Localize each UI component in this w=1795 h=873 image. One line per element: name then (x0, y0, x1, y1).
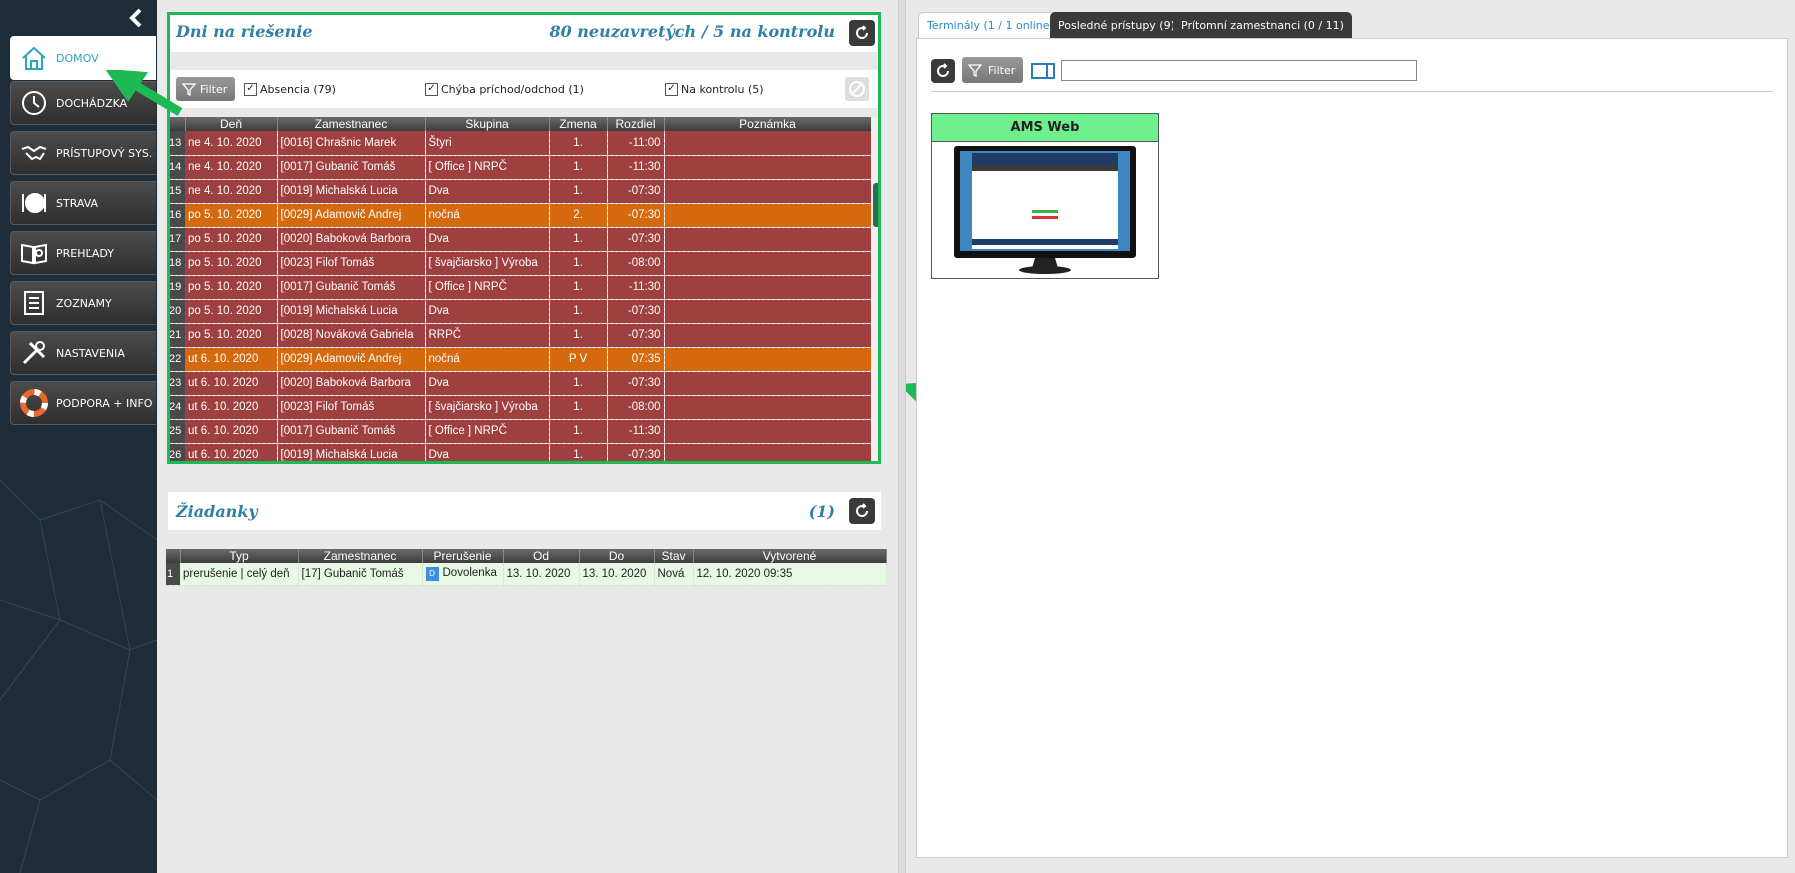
handshake-icon (18, 137, 50, 169)
terminal-card[interactable]: AMS Web (931, 113, 1159, 279)
sidebar-item-label: PRÍSTUPOVÝ SYS. (56, 146, 153, 160)
tab-pritomni-zamestnanci[interactable]: Prítomní zamestnanci (0 / 11) (1173, 12, 1352, 38)
terminals-panel: Filter AMS Web (916, 38, 1788, 858)
request-employee: [17] Gubanič Tomáš (298, 563, 423, 586)
column-header[interactable]: Typ (180, 549, 299, 563)
sidebar-item-label: ZOZNAMY (56, 296, 112, 310)
request-state: Nová (654, 563, 694, 586)
plate-icon (18, 187, 50, 219)
sidebar-item-label: PODPORA + INFO (56, 396, 153, 410)
column-header[interactable]: Od (503, 549, 580, 563)
sidebar-item-podpora[interactable]: PODPORA + INFO (10, 381, 156, 425)
lifebuoy-icon (18, 387, 50, 419)
clock-icon (18, 87, 50, 119)
refresh-icon (856, 503, 868, 517)
requests-count: (1) (808, 502, 835, 521)
sidebar-item-zoznamy[interactable]: ZOZNAMY (10, 281, 156, 325)
filter-label: Filter (988, 63, 1016, 77)
request-from: 13. 10. 2020 (503, 563, 580, 586)
request-type: prerušenie | celý deň (180, 563, 299, 586)
sidebar-item-pristupovy-sys[interactable]: PRÍSTUPOVÝ SYS. (10, 131, 156, 175)
sidebar-item-label: STRAVA (56, 196, 99, 210)
sidebar-item-strava[interactable]: STRAVA (10, 181, 156, 225)
terminals-search-input[interactable] (1061, 60, 1417, 81)
sidebar-item-label: NASTAVENIA (56, 346, 125, 360)
refresh-icon (937, 63, 949, 77)
request-created: 12. 10. 2020 09:35 (693, 563, 887, 586)
column-header[interactable]: Prerušenie (422, 549, 504, 563)
vacation-badge: D (425, 566, 439, 581)
requests-table: Typ Zamestnanec Prerušenie Od Do Stav Vy… (166, 549, 887, 586)
row-number: 1 (166, 563, 180, 586)
requests-table-container: Typ Zamestnanec Prerušenie Od Do Stav Vy… (166, 549, 887, 586)
terminals-refresh-button[interactable] (931, 59, 955, 83)
tools-icon (18, 337, 50, 369)
divider (931, 91, 1773, 92)
row-number-header (166, 549, 181, 563)
filter-icon (968, 64, 982, 77)
requests-title: Žiadanky (176, 502, 258, 521)
sidebar: DOMOV DOCHÁDZKA PRÍSTUPOVÝ SYS. STRAVA P… (0, 0, 157, 873)
requests-refresh-button[interactable] (849, 498, 875, 524)
book-search-icon (18, 237, 50, 269)
terminals-filter-button[interactable]: Filter (962, 57, 1024, 83)
request-interruption: D Dovolenka (422, 563, 504, 586)
table-row[interactable]: 1 prerušenie | celý deň [17] Gubanič Tom… (166, 563, 887, 586)
chevron-left-icon (129, 8, 142, 28)
request-to: 13. 10. 2020 (579, 563, 655, 586)
monitor-icon (954, 146, 1136, 274)
column-header[interactable]: Stav (654, 549, 694, 563)
arrow-pointer-icon (105, 70, 183, 116)
collapse-sidebar-button[interactable] (126, 6, 146, 30)
tab-terminaly[interactable]: Terminály (1 / 1 online) (918, 12, 1063, 38)
highlight-frame (167, 12, 881, 464)
panel-view-icon (1031, 63, 1055, 79)
sidebar-item-label: PREHĽADY (56, 246, 114, 260)
panel-splitter[interactable] (898, 0, 906, 873)
list-icon (18, 287, 50, 319)
sidebar-item-nastavenia[interactable]: NASTAVENIA (10, 331, 156, 375)
sidebar-item-label: DOMOV (56, 51, 99, 65)
column-header[interactable]: Do (579, 549, 655, 563)
terminal-name: AMS Web (932, 114, 1158, 142)
sidebar-item-prehlady[interactable]: PREHĽADY (10, 231, 156, 275)
column-header[interactable]: Vytvorené (693, 549, 887, 563)
interruption-label: Dovolenka (442, 566, 497, 579)
tab-posledne-pristupy[interactable]: Posledné prístupy (9) (1050, 12, 1183, 38)
home-icon (18, 42, 50, 74)
column-header[interactable]: Zamestnanec (298, 549, 423, 563)
view-toggle-button[interactable] (1031, 63, 1055, 82)
requests-header: Žiadanky (1) (168, 492, 881, 530)
